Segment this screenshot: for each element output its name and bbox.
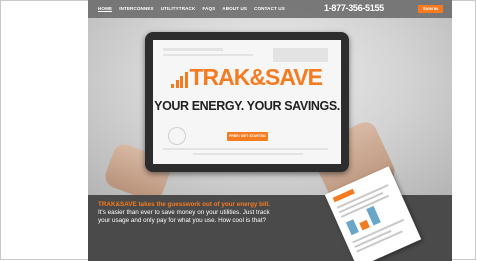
promo-body-line-2: your usage and only pay for what you use…	[98, 217, 267, 224]
website-screenshot: TRAK&SAVE YOUR ENERGY. YOUR SAVINGS. FRE…	[88, 0, 452, 261]
seal-graphic	[168, 127, 186, 145]
nav-menu: HOME INTERCONNEX UTILITYTRACK FAQs ABOUT…	[98, 6, 285, 12]
nav-item-contact-us[interactable]: CONTACT US	[254, 6, 285, 12]
promo-headline: TRAK&SAVE takes the guesswork out of you…	[98, 201, 271, 208]
promo-body-line-1: It's easier than ever to save money on y…	[98, 209, 270, 216]
phone-number[interactable]: 1-877-356-5155	[324, 3, 384, 13]
nav-item-home[interactable]: HOME	[98, 6, 113, 12]
trak-save-logo: TRAK&SAVE	[171, 64, 323, 90]
top-navigation: HOME INTERCONNEX UTILITYTRACK FAQs ABOUT…	[88, 0, 452, 18]
tablet-device: TRAK&SAVE YOUR ENERGY. YOUR SAVINGS. FRE…	[145, 32, 349, 172]
nav-item-about-us[interactable]: ABOUT US	[222, 6, 247, 12]
tablet-screen: TRAK&SAVE YOUR ENERGY. YOUR SAVINGS. FRE…	[153, 40, 341, 164]
nav-item-utilitytrack[interactable]: UTILITYTRACK	[161, 6, 196, 12]
nav-item-interconnex[interactable]: INTERCONNEX	[119, 6, 154, 12]
promo-band: TRAK&SAVE takes the guesswork out of you…	[88, 166, 452, 261]
sign-in-button[interactable]: SIGN IN	[418, 5, 443, 13]
nav-item-faqs[interactable]: FAQs	[202, 6, 215, 12]
get-started-button[interactable]: FREE! GET STARTED	[227, 132, 268, 141]
hero-tagline: YOUR ENERGY. YOUR SAVINGS.	[154, 99, 340, 113]
signal-bars-icon	[171, 72, 188, 88]
logo-text: TRAK&SAVE	[189, 64, 323, 90]
hero-section: TRAK&SAVE YOUR ENERGY. YOUR SAVINGS. FRE…	[88, 0, 452, 207]
